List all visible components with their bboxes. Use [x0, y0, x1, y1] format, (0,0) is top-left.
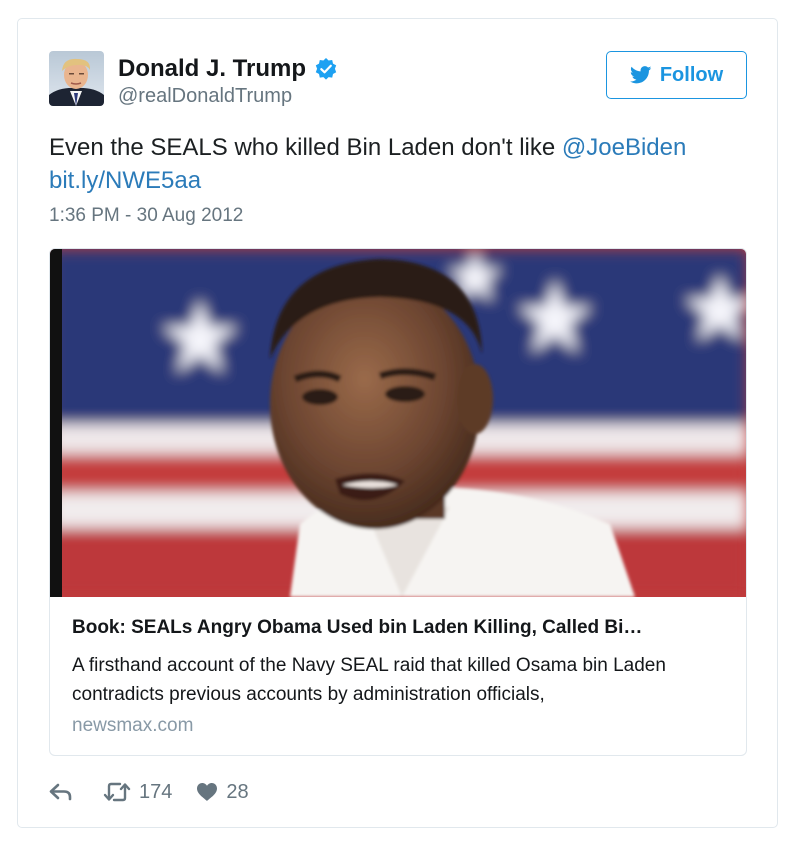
link-preview-card[interactable]: Book: SEALs Angry Obama Used bin Laden K… — [49, 248, 747, 756]
mention-link[interactable]: @JoeBiden — [562, 134, 686, 161]
like-count: 28 — [226, 780, 249, 803]
card-image — [50, 249, 746, 597]
avatar[interactable] — [49, 51, 104, 106]
retweet-count: 174 — [139, 780, 173, 803]
retweet-button[interactable]: 174 — [103, 781, 172, 804]
author-name-text: Donald J. Trump — [118, 55, 307, 82]
reply-icon — [49, 782, 73, 802]
card-description: A firsthand account of the Navy SEAL rai… — [72, 655, 666, 705]
follow-button[interactable]: Follow — [606, 51, 747, 99]
author-screen-name[interactable]: @realDonaldTrump — [118, 85, 292, 108]
card-domain: newsmax.com — [72, 715, 194, 736]
heart-icon — [196, 782, 218, 802]
reply-button[interactable] — [49, 782, 73, 802]
verified-badge-icon — [314, 57, 338, 81]
tweet-text: Even the SEALS who killed Bin Laden don'… — [49, 131, 749, 197]
tweet-actions: 174 28 — [49, 779, 249, 805]
short-url-link[interactable]: bit.ly/NWE5aa — [49, 167, 201, 194]
embedded-tweet: Donald J. Trump @realDonaldTrump Follow … — [17, 18, 778, 828]
like-button[interactable]: 28 — [196, 780, 249, 804]
tweet-text-body: Even the SEALS who killed Bin Laden don'… — [49, 134, 562, 161]
follow-button-label: Follow — [659, 63, 724, 86]
twitter-bird-icon — [629, 66, 652, 84]
tweet-timestamp[interactable]: 1:36 PM - 30 Aug 2012 — [49, 205, 243, 227]
card-title[interactable]: Book: SEALs Angry Obama Used bin Laden K… — [72, 617, 728, 639]
retweet-icon — [103, 781, 131, 803]
author-display-name[interactable]: Donald J. Trump — [118, 55, 338, 83]
